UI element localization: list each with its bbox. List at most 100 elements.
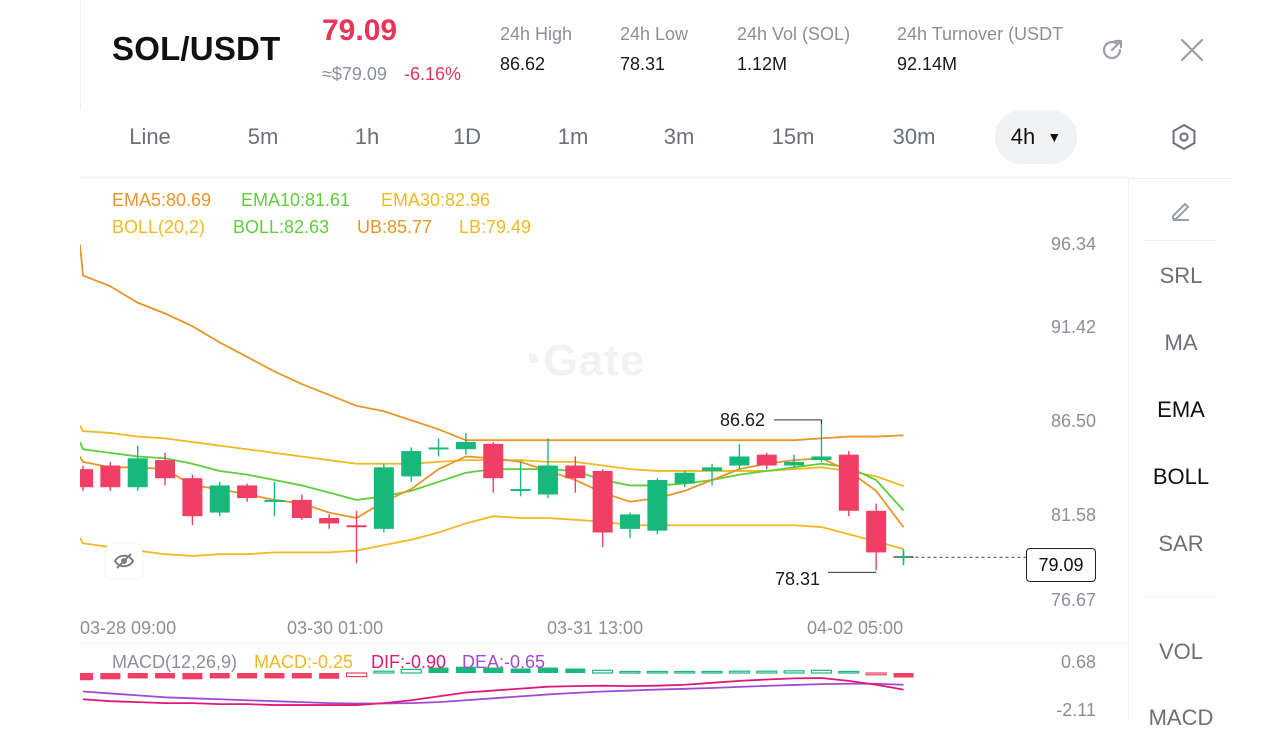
tab-1m[interactable]: 1m (538, 110, 608, 164)
macd-histogram-bar (237, 673, 258, 679)
tab-4h-dropdown[interactable]: 4h ▼ (995, 110, 1077, 164)
close-button[interactable] (1174, 32, 1210, 68)
stat-low-label: 24h Low (620, 24, 689, 44)
candle-body (866, 510, 887, 553)
indicator-sidebar: SRL MA EMA BOLL SAR VOL MACD (1128, 178, 1233, 730)
chart-settings-button[interactable] (1166, 119, 1202, 155)
legend-ema5: EMA5:80.69 (112, 190, 212, 210)
macd-histogram-bar (756, 670, 778, 674)
macd-histogram-bar (674, 670, 696, 674)
indicator-macd[interactable]: MACD (1129, 705, 1233, 731)
candle-body (811, 456, 832, 461)
legend-ema10: EMA10:81.61 (241, 190, 351, 210)
high-leader-line (774, 419, 822, 424)
stat-high-label: 24h High (500, 24, 573, 44)
tab-5m[interactable]: 5m (228, 110, 298, 164)
candle-body (100, 465, 121, 488)
candle-body (127, 458, 148, 488)
candle-body (155, 460, 176, 479)
x-axis-label: 04-02 05:00 (807, 618, 904, 638)
tab-line[interactable]: Line (110, 110, 190, 164)
macd-histogram-bar (80, 673, 93, 681)
timeframe-tabs: Line 5m 1h 1D 1m 3m 15m 30m 4h ▼ (80, 110, 1230, 164)
indicator-boll[interactable]: BOLL (1129, 464, 1233, 490)
macd-chart[interactable] (80, 645, 1128, 720)
candle-body (838, 454, 859, 511)
dea-line (82, 682, 904, 705)
macd-histogram-bar (728, 670, 751, 674)
share-button[interactable] (1094, 32, 1130, 68)
macd-axis-label: 0.68 (1060, 652, 1096, 672)
close-icon (1180, 38, 1204, 62)
candle-body (702, 467, 723, 471)
tab-1h[interactable]: 1h (332, 110, 402, 164)
candle-body (537, 465, 558, 495)
stat-volume-value: 1.12M (737, 54, 788, 74)
tab-15m[interactable]: 15m (758, 110, 828, 164)
stat-volume-label: 24h Vol (SOL) (737, 24, 851, 44)
x-axis-label: 03-31 13:00 (547, 618, 644, 638)
candle-body (483, 443, 504, 479)
candle-body (346, 525, 367, 528)
candle-body (592, 470, 613, 533)
candle-body (510, 489, 531, 492)
indicator-srl[interactable]: SRL (1129, 263, 1233, 289)
candlestick-chart[interactable] (80, 230, 1128, 640)
boll-lower-line (80, 515, 904, 557)
macd-histogram-bar (783, 670, 805, 674)
macd-histogram-bar (810, 669, 833, 674)
legend-ema30: EMA30:82.96 (381, 190, 491, 210)
caret-down-icon: ▼ (1047, 129, 1062, 145)
macd-histogram-bar (209, 673, 230, 679)
macd-histogram-bar (155, 673, 176, 679)
hide-drawings-icon (113, 553, 135, 569)
candle-body (401, 451, 422, 477)
share-icon (1102, 39, 1123, 60)
indicator-ema[interactable]: EMA (1129, 397, 1233, 423)
macd-histogram-bar (100, 673, 121, 680)
macd-legend-dea: DEA:-0.65 (462, 652, 546, 672)
tab-3m[interactable]: 3m (644, 110, 714, 164)
macd-histogram-bar (701, 670, 723, 674)
candle-body (209, 485, 230, 513)
low-annotation: 78.31 (775, 569, 821, 589)
macd-histogram-bar (345, 672, 368, 678)
indicator-sar[interactable]: SAR (1129, 531, 1233, 557)
high-annotation: 86.62 (720, 410, 766, 430)
macd-histogram-bar (592, 669, 614, 674)
macd-histogram-bar (565, 668, 586, 673)
candle-body (565, 465, 586, 479)
y-axis-label: 96.34 (1050, 234, 1096, 254)
candle-body (455, 441, 476, 450)
candle-body (756, 454, 777, 466)
pencil-icon (1172, 203, 1189, 221)
x-axis-label: 03-28 09:00 (80, 618, 177, 638)
candle-body (784, 461, 805, 466)
indicator-ma[interactable]: MA (1129, 330, 1233, 356)
boll-upper-line (80, 244, 904, 442)
tab-1d[interactable]: 1D (432, 110, 502, 164)
y-axis-label: 76.67 (1050, 590, 1096, 610)
last-price: 79.09 (322, 14, 398, 47)
macd-histogram-bar (264, 673, 285, 679)
macd-legend-macd: MACD:-0.25 (254, 652, 354, 672)
draw-tool-button[interactable] (1129, 197, 1233, 229)
approx-usd-price: ≈$79.09 (322, 64, 387, 84)
dif-line (82, 677, 904, 706)
hexagon-settings-icon (1172, 123, 1196, 151)
sidebar-divider (1145, 596, 1217, 597)
macd-histogram-bar (319, 673, 340, 679)
header-divider (80, 0, 81, 110)
indicator-vol[interactable]: VOL (1129, 639, 1233, 665)
eye-toggle-button[interactable] (106, 544, 142, 578)
y-axis-label: 91.42 (1050, 317, 1096, 337)
candle-body (674, 472, 695, 484)
stat-low-value: 78.31 (620, 54, 666, 74)
macd-histogram-bar (838, 670, 860, 674)
macd-histogram-bar (646, 670, 668, 674)
candle-body (373, 467, 394, 529)
tab-30m[interactable]: 30m (879, 110, 949, 164)
x-axis-label: 03-30 01:00 (287, 618, 384, 638)
last-price-tag: 79.09 (1026, 548, 1096, 582)
pair-title: SOL/USDT (112, 30, 281, 67)
